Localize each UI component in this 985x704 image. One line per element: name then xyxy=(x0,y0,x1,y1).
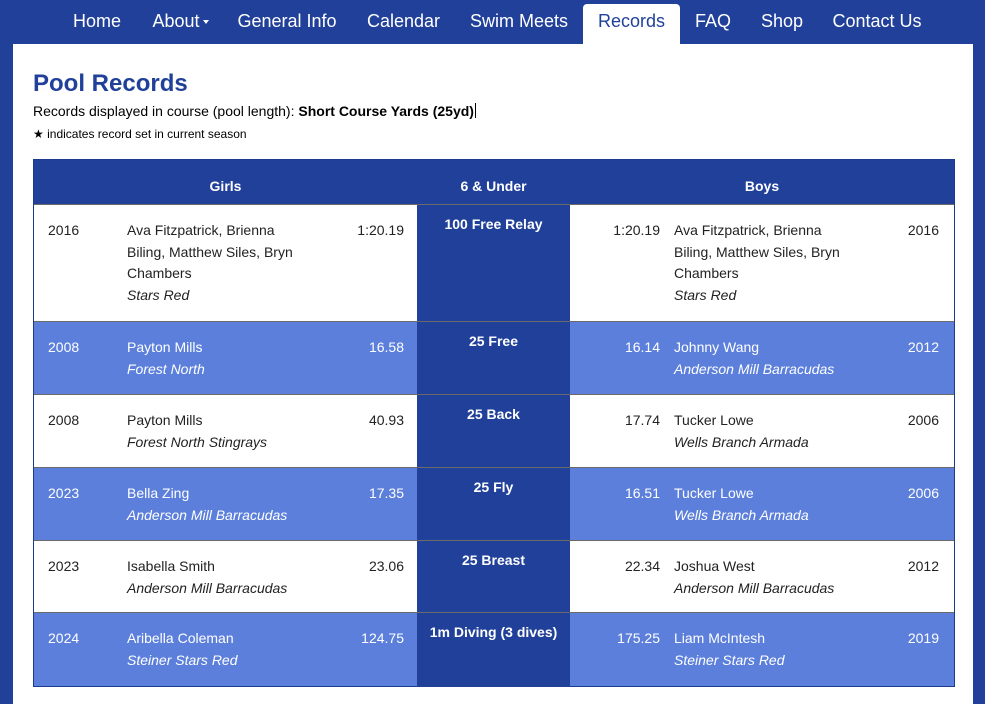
boys-team: Wells Branch Armada xyxy=(674,433,809,450)
boys-name: Tucker Lowe xyxy=(674,485,754,501)
girls-year: 2023 xyxy=(48,485,80,501)
girls-name: Bella Zing xyxy=(127,485,190,501)
nav-home[interactable]: Home xyxy=(60,4,134,41)
course-prefix: Records displayed in course (pool length… xyxy=(33,103,295,119)
boys-name: Tucker Lowe xyxy=(674,412,754,428)
boys-year: 2006 xyxy=(907,412,939,428)
nav-records[interactable]: Records xyxy=(583,4,680,44)
boys-name: Ava Fitzpatrick, Brienna Biling, Matthew… xyxy=(674,222,840,281)
boys-year: 2012 xyxy=(907,558,939,574)
table-row: 2023 Bella Zing Anderson Mill Barracudas … xyxy=(34,467,954,541)
girls-time: 16.58 xyxy=(368,339,404,355)
girls-time: 40.93 xyxy=(368,412,404,428)
text-cursor xyxy=(474,103,476,118)
boys-record: Liam McIntesh Steiner Stars Red xyxy=(674,628,859,671)
girls-name: Payton Mills xyxy=(127,339,203,355)
event-name: 25 Free xyxy=(417,322,570,395)
boys-record: Tucker Lowe Wells Branch Armada xyxy=(674,483,859,526)
course-selector[interactable]: Short Course Yards (25yd) xyxy=(298,103,474,119)
boys-time: 16.14 xyxy=(624,339,660,355)
girls-record: Isabella Smith Anderson Mill Barracudas xyxy=(127,556,312,599)
boys-name: Joshua West xyxy=(674,558,755,574)
table-row: 2008 Payton Mills Forest North 16.58 25 F… xyxy=(34,321,954,395)
girls-team: Forest North Stingrays xyxy=(127,433,268,450)
star-note-text: indicates record set in current season xyxy=(47,127,247,141)
star-icon: ★ xyxy=(33,127,44,141)
girls-name: Payton Mills xyxy=(127,412,203,428)
girls-year: 2008 xyxy=(48,339,80,355)
table-row: 2016 Ava Fitzpatrick, Brienna Biling, Ma… xyxy=(34,204,954,322)
girls-record: Payton Mills Forest North xyxy=(127,337,312,380)
nav-general-info[interactable]: General Info xyxy=(227,4,347,41)
boys-time: 175.25 xyxy=(617,630,660,646)
girls-time: 124.75 xyxy=(361,630,404,646)
girls-time: 1:20.19 xyxy=(357,222,404,238)
boys-team: Anderson Mill Barracudas xyxy=(674,579,835,596)
nav-shop[interactable]: Shop xyxy=(750,4,814,41)
nav-faq[interactable]: FAQ xyxy=(688,4,738,41)
boys-year: 2012 xyxy=(907,339,939,355)
girls-team: Anderson Mill Barracudas xyxy=(127,506,288,523)
girls-team: Forest North xyxy=(127,360,205,377)
girls-record: Bella Zing Anderson Mill Barracudas xyxy=(127,483,312,526)
page-title: Pool Records xyxy=(33,70,188,97)
boys-team: Steiner Stars Red xyxy=(674,651,785,668)
event-name: 25 Fly xyxy=(417,468,570,541)
girls-name: Ava Fitzpatrick, Brienna Biling, Matthew… xyxy=(127,222,293,281)
girls-name: Aribella Coleman xyxy=(127,630,234,646)
girls-team: Anderson Mill Barracudas xyxy=(127,579,288,596)
boys-record: Tucker Lowe Wells Branch Armada xyxy=(674,410,859,453)
boys-name: Johnny Wang xyxy=(674,339,760,355)
boys-team: Anderson Mill Barracudas xyxy=(674,360,835,377)
boys-year: 2019 xyxy=(907,630,939,646)
boys-team: Stars Red xyxy=(674,286,737,303)
nav-calendar[interactable]: Calendar xyxy=(356,4,451,41)
girls-time: 23.06 xyxy=(368,558,404,574)
boys-year: 2016 xyxy=(907,222,939,238)
table-row: 2024 Aribella Coleman Steiner Stars Red 1… xyxy=(34,612,954,687)
table-header: Girls 6 & Under Boys xyxy=(34,160,954,204)
nav-contact-us[interactable]: Contact Us xyxy=(823,4,931,41)
main-nav: Home About General Info Calendar Swim Me… xyxy=(0,0,985,44)
nav-about-label: About xyxy=(152,11,200,31)
boys-time: 22.34 xyxy=(624,558,660,574)
nav-about[interactable]: About xyxy=(143,4,218,41)
boys-record: Joshua West Anderson Mill Barracudas xyxy=(674,556,859,599)
content-panel: Pool Records Records displayed in course… xyxy=(13,44,973,704)
boys-team: Wells Branch Armada xyxy=(674,506,809,523)
event-name: 100 Free Relay xyxy=(417,205,570,322)
boys-time: 1:20.19 xyxy=(613,222,660,238)
table-row: 2008 Payton Mills Forest North Stingrays … xyxy=(34,394,954,468)
girls-year: 2016 xyxy=(48,222,80,238)
girls-year: 2024 xyxy=(48,630,80,646)
star-note: ★ indicates record set in current season xyxy=(33,127,247,141)
boys-year: 2006 xyxy=(907,485,939,501)
girls-record: Payton Mills Forest North Stingrays xyxy=(127,410,312,453)
event-name: 25 Back xyxy=(417,395,570,468)
girls-time: 17.35 xyxy=(368,485,404,501)
boys-time: 17.74 xyxy=(624,412,660,428)
table-row: 2023 Isabella Smith Anderson Mill Barracu… xyxy=(34,540,954,613)
girls-team: Stars Red xyxy=(127,286,190,303)
girls-year: 2008 xyxy=(48,412,80,428)
event-name: 1m Diving (3 dives) xyxy=(417,613,570,687)
event-name: 25 Breast xyxy=(417,541,570,613)
boys-name: Liam McIntesh xyxy=(674,630,766,646)
chevron-down-icon xyxy=(202,20,209,25)
girls-year: 2023 xyxy=(48,558,80,574)
records-table: Girls 6 & Under Boys 2016 Ava Fitzpatric… xyxy=(33,159,955,687)
boys-record: Johnny Wang Anderson Mill Barracudas xyxy=(674,337,859,380)
girls-record: Ava Fitzpatrick, Brienna Biling, Matthew… xyxy=(127,220,312,306)
girls-record: Aribella Coleman Steiner Stars Red xyxy=(127,628,312,671)
girls-team: Steiner Stars Red xyxy=(127,651,238,668)
girls-name: Isabella Smith xyxy=(127,558,215,574)
boys-time: 16.51 xyxy=(624,485,660,501)
boys-record: Ava Fitzpatrick, Brienna Biling, Matthew… xyxy=(674,220,859,306)
course-line: Records displayed in course (pool length… xyxy=(33,103,476,119)
nav-swim-meets[interactable]: Swim Meets xyxy=(460,4,578,41)
